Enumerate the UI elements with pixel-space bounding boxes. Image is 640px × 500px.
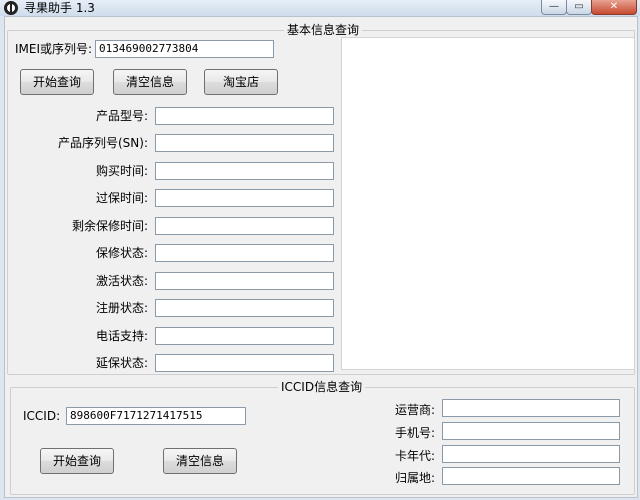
title-bar[interactable]: 寻果助手 1.3 — ▭ ✕: [0, 0, 640, 16]
basic-result-area[interactable]: [341, 37, 635, 370]
phone-support-field[interactable]: [155, 327, 334, 345]
warranty-status-field[interactable]: [155, 244, 334, 262]
iccid-info-group-title: ICCID信息查询: [278, 380, 366, 394]
iccid-clear-info-button[interactable]: 清空信息: [163, 448, 237, 474]
iccid-label: ICCID:: [23, 409, 61, 423]
activation-status-label: 激活状态:: [95, 274, 148, 288]
carrier-field[interactable]: [442, 399, 620, 417]
imei-label: IMEI或序列号:: [15, 42, 93, 56]
card-year-label: 卡年代:: [394, 449, 435, 463]
remaining-warranty-label: 剩余保修时间:: [71, 219, 148, 233]
serial-number-label: 产品序列号(SN):: [57, 136, 148, 150]
extended-warranty-label: 延保状态:: [95, 356, 148, 370]
phone-number-label: 手机号:: [394, 426, 435, 440]
carrier-label: 运营商:: [394, 403, 435, 417]
home-location-field[interactable]: [442, 467, 620, 485]
home-location-label: 归属地:: [394, 471, 435, 485]
registration-status-label: 注册状态:: [95, 301, 148, 315]
purchase-date-label: 购买时间:: [95, 164, 148, 178]
remaining-warranty-field[interactable]: [155, 217, 334, 235]
serial-number-field[interactable]: [155, 134, 334, 152]
iccid-start-query-button[interactable]: 开始查询: [40, 448, 114, 474]
phone-number-field[interactable]: [442, 422, 620, 440]
card-year-field[interactable]: [442, 445, 620, 463]
registration-status-field[interactable]: [155, 299, 334, 317]
maximize-button[interactable]: ▭: [566, 0, 592, 15]
window-title: 寻果助手 1.3: [24, 1, 95, 15]
close-button[interactable]: ✕: [591, 0, 637, 15]
main-panel: 基本信息查询 IMEI或序列号: 013469002773804 开始查询 清空…: [4, 16, 638, 498]
model-label: 产品型号:: [95, 109, 148, 123]
iccid-input[interactable]: 898600F7171271417515: [66, 407, 246, 425]
warranty-expiry-field[interactable]: [155, 189, 334, 207]
activation-status-field[interactable]: [155, 272, 334, 290]
app-logo-icon: [4, 1, 18, 15]
extended-warranty-field[interactable]: [155, 354, 334, 372]
warranty-status-label: 保修状态:: [95, 246, 148, 260]
taobao-shop-button[interactable]: 淘宝店: [204, 69, 278, 95]
basic-info-group-title: 基本信息查询: [284, 23, 363, 37]
model-field[interactable]: [155, 107, 334, 125]
warranty-expiry-label: 过保时间:: [95, 191, 148, 205]
phone-support-label: 电话支持:: [95, 329, 148, 343]
imei-input[interactable]: 013469002773804: [95, 40, 274, 58]
basic-clear-info-button[interactable]: 清空信息: [113, 69, 187, 95]
minimize-button[interactable]: —: [541, 0, 567, 15]
basic-start-query-button[interactable]: 开始查询: [20, 69, 94, 95]
purchase-date-field[interactable]: [155, 162, 334, 180]
